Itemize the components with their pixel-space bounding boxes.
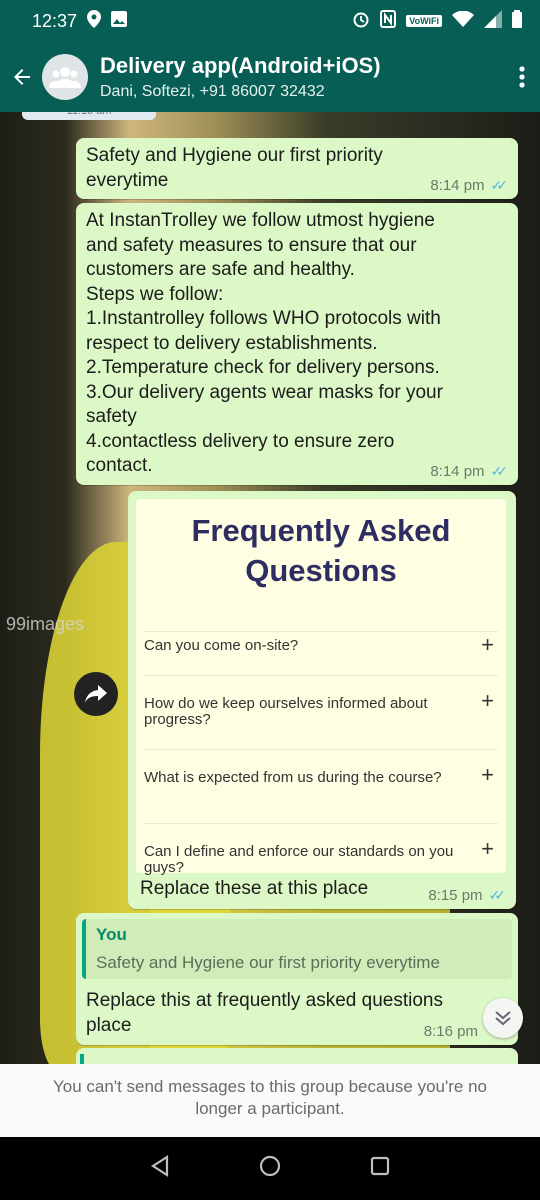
message-meta: 8:15 pm ✓✓ (428, 887, 506, 904)
message-time: 8:14 pm (430, 177, 485, 194)
wifi-icon (452, 10, 474, 32)
nav-back-button[interactable] (149, 1154, 171, 1182)
quote-bar (80, 1054, 84, 1064)
chat-area[interactable]: 11:10 am 99images Safety and Hygiene our… (0, 112, 540, 1064)
message-bubble[interactable]: At InstanTrolley we follow utmost hygien… (76, 203, 518, 485)
wallpaper-watermark: 99images (6, 614, 85, 634)
expand-plus-icon: + (481, 762, 494, 787)
group-title: Delivery app(Android+iOS) (100, 53, 381, 78)
faq-item: Can you come on-site? + (144, 631, 498, 675)
nav-recents-icon (371, 1156, 390, 1176)
expand-plus-icon: + (481, 688, 494, 713)
status-time: 12:37 (32, 10, 78, 31)
overflow-menu-button[interactable] (504, 66, 540, 88)
faq-question: Can I define and enforce our standards o… (144, 843, 454, 876)
message-time: 8:14 pm (430, 463, 485, 480)
scroll-to-bottom-button[interactable] (483, 998, 523, 1038)
message-time: 8:16 pm (423, 1023, 478, 1040)
faq-question: How do we keep ourselves informed about … (144, 695, 428, 728)
location-icon (87, 9, 102, 33)
forward-button[interactable] (74, 672, 118, 716)
message-bubble[interactable]: Safety and Hygiene our first priority ev… (76, 138, 518, 199)
more-vert-icon (519, 66, 525, 88)
vowifi-badge: VoWiFi (406, 15, 442, 27)
read-receipt-icon: ✓✓ (490, 463, 509, 479)
faq-title: Frequently Asked Questions (191, 513, 451, 588)
read-receipt-icon: ✓✓ (488, 887, 507, 903)
back-arrow-icon (14, 69, 30, 85)
signal-icon (484, 9, 502, 33)
reply-message-bubble[interactable]: You Safety and Hygiene our first priorit… (76, 913, 518, 1045)
message-text: At InstanTrolley we follow utmost hygien… (86, 210, 443, 476)
expand-plus-icon: + (481, 632, 494, 657)
not-participant-notice: You can't send messages to this group be… (0, 1064, 540, 1137)
message-bubble[interactable] (76, 1048, 518, 1064)
message-time: 8:15 pm (428, 887, 483, 904)
faq-item: Can I define and enforce our standards o… (144, 823, 498, 876)
chat-header: Delivery app(Android+iOS) Dani, Softezi,… (0, 42, 540, 112)
battery-icon (512, 9, 522, 33)
group-participants: Dani, Softezi, +91 86007 32432 (100, 83, 325, 100)
nav-back-icon (150, 1154, 168, 1178)
double-chevron-down-icon (495, 1011, 511, 1026)
faq-question: What is expected from us during the cour… (144, 769, 442, 786)
image-icon (111, 10, 128, 32)
read-receipt-icon: ✓✓ (490, 177, 509, 193)
message-meta: 8:14 pm ✓✓ (430, 463, 508, 480)
quoted-message[interactable]: You Safety and Hygiene our first priorit… (82, 919, 512, 979)
nav-home-button[interactable] (258, 1154, 282, 1183)
image-message-bubble[interactable]: Frequently Asked Questions Can you come … (128, 491, 516, 909)
nav-home-icon (259, 1155, 281, 1177)
message-meta: 8:14 pm ✓✓ (430, 177, 508, 194)
message-meta: 8:16 pm (424, 1023, 478, 1040)
partial-message: 11:10 am (22, 112, 156, 120)
group-info[interactable]: Delivery app(Android+iOS) Dani, Softezi,… (100, 53, 504, 101)
image-caption: Replace these at this place (140, 878, 369, 899)
faq-item: How do we keep ourselves informed about … (144, 675, 498, 741)
faq-item: What is expected from us during the cour… (144, 749, 498, 815)
forward-icon (85, 685, 107, 703)
nfc-icon (380, 9, 397, 33)
group-icon (49, 67, 81, 88)
faq-image[interactable]: Frequently Asked Questions Can you come … (136, 499, 506, 876)
status-bar: 12:37 VoWiFi (0, 0, 540, 42)
quote-author: You (96, 925, 127, 944)
expand-plus-icon: + (481, 836, 494, 861)
nav-recents-button[interactable] (369, 1155, 391, 1182)
back-button[interactable] (2, 65, 42, 89)
system-nav-bar (0, 1137, 540, 1200)
faq-question: Can you come on-site? (144, 637, 299, 654)
alarm-icon (352, 10, 370, 33)
quote-text: Safety and Hygiene our first priority ev… (96, 953, 440, 972)
group-avatar[interactable] (42, 54, 88, 100)
